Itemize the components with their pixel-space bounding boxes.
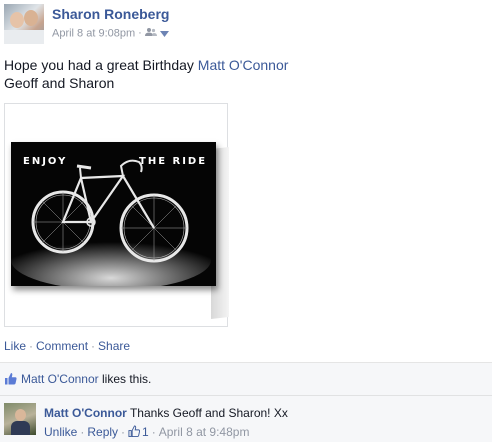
post-message: Hope you had a great Birthday Matt O'Con… [4, 56, 288, 92]
comment-like-count[interactable]: 1 [128, 425, 149, 439]
card-text-right: THE RIDE [139, 156, 208, 167]
avatar-face-right [24, 10, 38, 26]
meta-separator: · [138, 27, 142, 40]
friends-icon [144, 28, 157, 36]
share-link[interactable]: Share [98, 339, 130, 353]
action-separator: · [29, 339, 34, 353]
like-count-value: 1 [142, 425, 149, 439]
commenter-name-link[interactable]: Matt O'Connor [44, 406, 127, 420]
divider [0, 395, 492, 396]
action-separator: · [91, 339, 96, 353]
comment-link[interactable]: Comment [36, 339, 88, 353]
unlike-comment-link[interactable]: Unlike [44, 425, 77, 439]
commenter-avatar[interactable] [4, 403, 36, 435]
comment-separator: · [151, 425, 156, 439]
audience-selector[interactable] [144, 27, 169, 40]
post-timestamp-link[interactable]: April 8 at 9:08pm [52, 27, 135, 39]
post-text-line2: Geoff and Sharon [4, 75, 115, 91]
comment-text: Thanks Geoff and Sharon! Xx [129, 406, 288, 420]
author-avatar[interactable] [4, 4, 44, 44]
chevron-down-icon [159, 31, 169, 37]
mention-link[interactable]: Matt O'Connor [198, 57, 289, 73]
avatar-head [15, 409, 26, 421]
liker-name-link[interactable]: Matt O'Connor [21, 372, 99, 386]
thumbs-up-icon [5, 373, 17, 385]
comment-body: Matt O'Connor Thanks Geoff and Sharon! X… [44, 406, 288, 420]
post-actions: Like · Comment · Share [4, 339, 130, 353]
reply-link[interactable]: Reply [87, 425, 118, 439]
card-text-left: ENJOY [23, 156, 68, 167]
like-link[interactable]: Like [4, 339, 26, 353]
likes-summary: Matt O'Connor likes this. [4, 372, 151, 386]
birthday-card-image: ENJOY THE RIDE [11, 142, 216, 286]
avatar-face-left [10, 12, 24, 28]
post-meta: April 8 at 9:08pm · [52, 27, 169, 40]
comment-actions: Unlike · Reply · 1 · April 8 at 9:48pm [44, 425, 249, 439]
avatar-shirt [4, 30, 44, 44]
post-photo[interactable]: ENJOY THE RIDE [4, 103, 229, 327]
comment-separator: · [80, 425, 85, 439]
avatar-body [11, 421, 30, 435]
feedback-panel: Matt O'Connor likes this. Matt O'Connor … [0, 362, 492, 442]
post-text-line1: Hope you had a great Birthday [4, 57, 198, 73]
likes-suffix: likes this. [98, 372, 152, 386]
comment-separator: · [121, 425, 126, 439]
author-name-link[interactable]: Sharon Roneberg [52, 6, 169, 22]
thumbs-up-outline-icon [128, 425, 141, 437]
feed-story: Sharon Roneberg April 8 at 9:08pm · Hope … [0, 0, 492, 442]
comment-timestamp-link[interactable]: April 8 at 9:48pm [159, 425, 250, 439]
